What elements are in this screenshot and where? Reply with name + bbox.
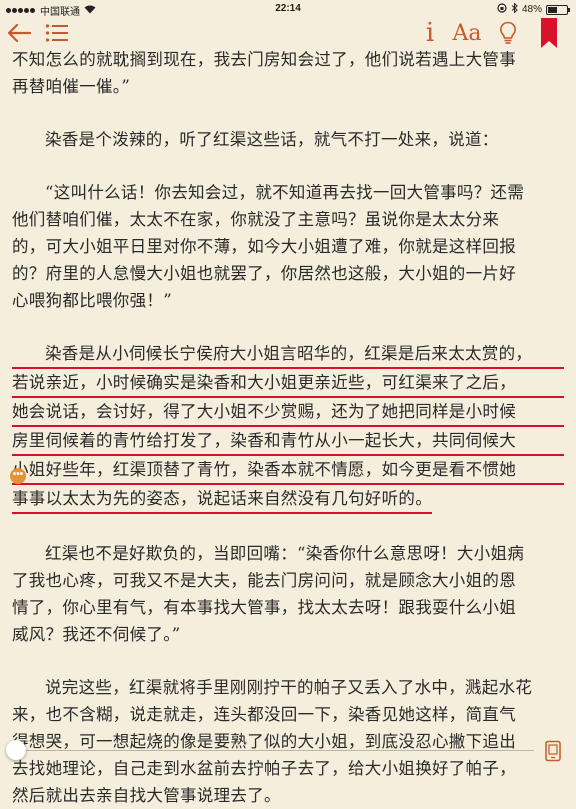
highlighted-line[interactable]: 房里伺候着的青竹给打发了，染香和青竹从小一起长大，共同伺候大: [12, 427, 564, 456]
paragraph: “这叫什么话！你去知会过，就不知道再去找一回大管事吗？还需 他们替咱们催，太太不…: [12, 179, 564, 314]
paragraph: 不知怎么的就耽搁到现在，我去门房知会过了，他们说若遇上大管事 再替咱催一催。”: [12, 46, 564, 100]
highlighted-line[interactable]: 她会说话，会讨好，得了大小姐不少赏赐，还为了她把同样是小时候: [12, 398, 564, 427]
text-line: 威风？我还不伺候了。”: [12, 625, 181, 644]
orientation-lock-icon: [497, 3, 507, 16]
brightness-bulb-icon[interactable]: [496, 18, 520, 48]
status-right: 48%: [497, 2, 570, 16]
battery-percent: 48%: [521, 4, 542, 15]
text-line: 他们替咱们催，太太不在家，你就没了主意吗？虽说你是太太分来: [12, 210, 500, 229]
note-bubble-icon[interactable]: •••: [10, 468, 26, 484]
text-line: 心喂狗都比喂你强！”: [12, 291, 172, 310]
back-arrow-icon[interactable]: [6, 18, 32, 48]
text-line: 不知怎么的就耽搁到现在，我去门房知会过了，他们说若遇上大管事: [12, 50, 516, 69]
text-line: 染香是个泼辣的，听了红渠这些话，就气不打一处来，说道：: [45, 130, 499, 149]
reading-pane: 不知怎么的就耽搁到现在，我去门房知会过了，他们说若遇上大管事 再替咱催一催。” …: [12, 46, 564, 809]
highlighted-line[interactable]: 事事以太太为先的姿态，说起话来自然没有几句好听的。: [12, 485, 432, 514]
text-line: “这叫什么话！你去知会过，就不知道再去找一回大管事吗？还需: [45, 183, 525, 202]
text-line: 红渠也不是好欺负的，当即回嘴：“染香你什么意思呀！大小姐病: [45, 544, 525, 563]
status-bar: 中国联通 22:14 48%: [0, 0, 576, 18]
clock: 22:14: [275, 3, 301, 14]
reading-progress-track[interactable]: [14, 750, 534, 751]
page-turn-icon[interactable]: [542, 740, 564, 762]
text-line: 再替咱催一催。”: [12, 77, 131, 96]
paragraph: 红渠也不是好欺负的，当即回嘴：“染香你什么意思呀！大小姐病 了我也心疼，可我又不…: [12, 540, 564, 648]
reading-progress-thumb[interactable]: [6, 740, 26, 760]
text-line: 然后就出去亲自找大管事说理去了。: [12, 786, 281, 805]
battery-icon: [546, 4, 570, 15]
paragraph: 染香是个泼辣的，听了红渠这些话，就气不打一处来，说道：: [12, 126, 564, 153]
bookmark-icon[interactable]: [540, 18, 558, 48]
highlighted-line[interactable]: 小姐好些年，红渠顶替了青竹，染香本就不情愿，如今更是看不惯她: [12, 456, 564, 485]
highlighted-paragraph[interactable]: 染香是从小伺候长宁侯府大小姐言昭华的，红渠是后来太太赏的， 若说亲近，小时候确实…: [12, 340, 564, 514]
info-icon[interactable]: i: [420, 18, 440, 48]
table-of-contents-icon[interactable]: [44, 18, 70, 48]
font-settings-icon[interactable]: Aa: [452, 18, 482, 48]
highlighted-line[interactable]: 若说亲近，小时候确实是染香和大小姐更亲近些，可红渠来了之后，: [12, 369, 564, 398]
reader-toolbar: i Aa: [0, 18, 576, 48]
text-line: 来，也不含糊，说走就走，连头都没回一下，染香见她这样，简直气: [12, 705, 516, 724]
bluetooth-icon: [511, 2, 518, 16]
text-line: 的？府里的人怠慢大小姐也就罢了，你居然也这般，大小姐的一片好: [12, 264, 516, 283]
text-line: 了我也心疼，可我又不是大夫，能去门房问问，就是顾念大小姐的恩: [12, 571, 516, 590]
text-line: 的，可大小姐平日里对你不薄，如今大小姐遭了难，你就是这样回报: [12, 237, 516, 256]
highlighted-line[interactable]: 染香是从小伺候长宁侯府大小姐言昭华的，红渠是后来太太赏的，: [12, 340, 564, 369]
bottom-bar: [0, 734, 576, 768]
text-line: 说完这些，红渠就将手里刚刚拧干的帕子又丢入了水中，溅起水花: [45, 678, 533, 697]
text-line: 情了，你心里有气，有本事找大管事，找太太去呀！跟我耍什么小姐: [12, 598, 516, 617]
